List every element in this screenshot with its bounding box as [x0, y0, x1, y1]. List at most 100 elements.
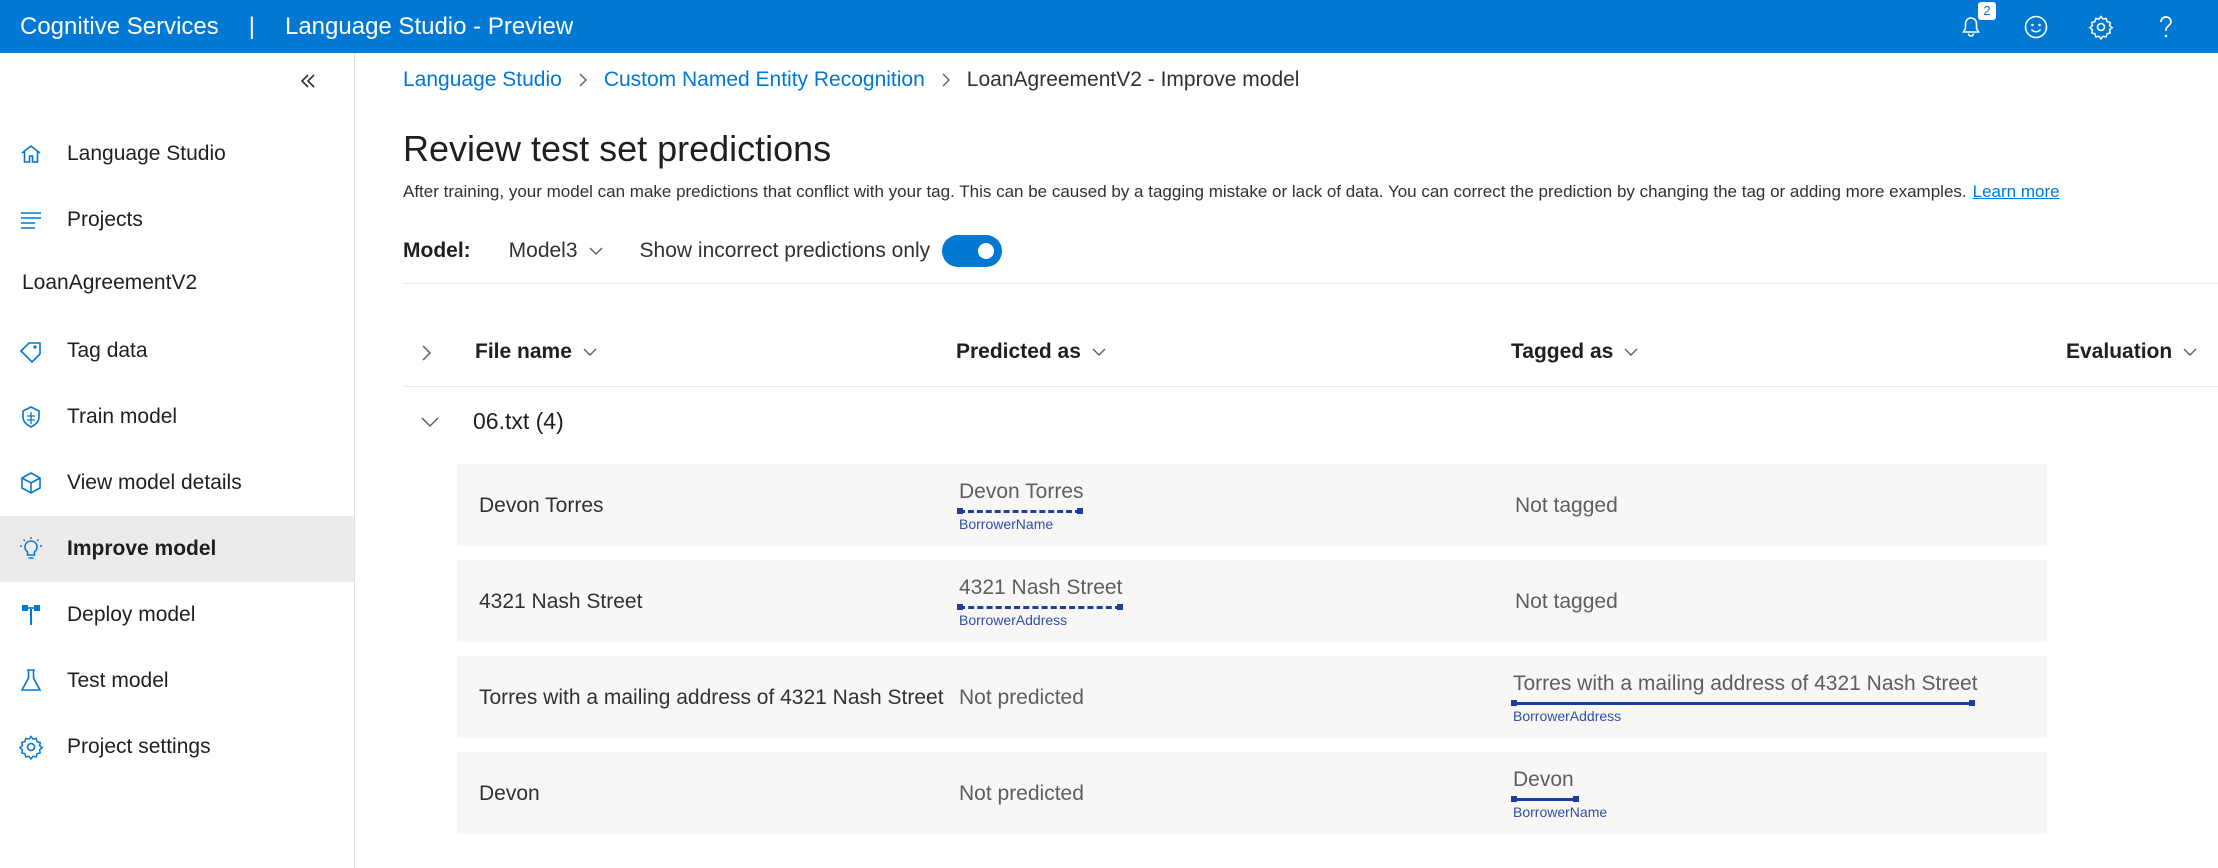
predicted-entity[interactable]: 4321 Nash Street BorrowerAddress — [957, 576, 1123, 628]
chevron-down-icon — [1624, 348, 1638, 356]
entity-tag: BorrowerName — [959, 516, 1054, 532]
sidebar-item-label: Train model — [67, 405, 178, 428]
learn-more-link[interactable]: Learn more — [1973, 182, 2060, 201]
table-header: File name Predicted as Tagged as Evaluat… — [403, 330, 2218, 387]
entity-tag: BorrowerName — [1513, 804, 1608, 820]
sidebar-item-tag-data[interactable]: Tag data — [0, 318, 354, 384]
entity-text: Devon Torres — [959, 480, 1084, 503]
product-title[interactable]: Language Studio - Preview — [285, 13, 573, 41]
gear-icon[interactable] — [2088, 14, 2114, 40]
lightbulb-icon — [17, 535, 45, 563]
column-tagged-as[interactable]: Tagged as — [1511, 340, 1639, 364]
sidebar-item-label: Projects — [67, 208, 143, 231]
sidebar-item-label: Improve model — [67, 537, 217, 560]
model-label: Model: — [403, 239, 471, 262]
table-row[interactable]: Devon Not predicted Devon BorrowerName — [457, 752, 2047, 834]
row-text: Torres with a mailing address of 4321 Na… — [479, 686, 944, 709]
topbar-actions: 2 — [1958, 0, 2218, 53]
table-row[interactable]: Devon Torres Devon Torres BorrowerName N… — [457, 464, 2047, 546]
divider — [403, 283, 2218, 284]
notification-badge: 2 — [1978, 1, 1996, 20]
tagged-value: Not tagged — [1515, 494, 1618, 517]
sidebar-item-improve-model[interactable]: Improve model — [0, 516, 354, 582]
model-dropdown[interactable]: Model3 — [509, 239, 604, 263]
column-predicted-as[interactable]: Predicted as — [956, 340, 1107, 364]
file-group[interactable]: 06.txt (4) — [403, 408, 564, 435]
toggle-label: Show incorrect predictions only — [639, 239, 931, 262]
column-evaluation[interactable]: Evaluation — [2066, 340, 2198, 364]
table-row[interactable]: Torres with a mailing address of 4321 Na… — [457, 656, 2047, 738]
sidebar-item-label: Project settings — [67, 735, 211, 758]
sidebar-item-test-model[interactable]: Test model — [0, 648, 354, 714]
incorrect-only-toggle[interactable] — [942, 235, 1003, 267]
home-icon — [17, 140, 45, 168]
breadcrumb: Language Studio Custom Named Entity Reco… — [403, 68, 1299, 92]
predicted-entity[interactable]: Devon Torres BorrowerName — [957, 480, 1084, 532]
flask-icon — [17, 667, 45, 695]
chevron-down-icon — [2183, 348, 2197, 356]
sidebar-item-train-model[interactable]: Train model — [0, 384, 354, 450]
sidebar-item-label: Deploy model — [67, 603, 196, 626]
page-description: After training, your model can make pred… — [403, 182, 2060, 202]
model-dropdown-value: Model3 — [508, 239, 578, 262]
toggle-knob — [978, 243, 995, 259]
expand-all-icon[interactable] — [417, 344, 435, 362]
brand-separator: | — [248, 12, 255, 40]
model-filter-row: Model: Model3 Show incorrect predictions… — [403, 234, 1003, 268]
sidebar-item-label: View model details — [67, 471, 242, 494]
predicted-value: Not predicted — [959, 686, 1084, 709]
entity-underline — [957, 604, 1123, 610]
entity-tag: BorrowerAddress — [1513, 708, 1622, 724]
description-text: After training, your model can make pred… — [403, 182, 1967, 201]
chevron-right-icon — [942, 73, 950, 87]
tagged-entity[interactable]: Devon BorrowerName — [1511, 768, 1608, 820]
row-text: Devon — [479, 782, 540, 805]
breadcrumb-language-studio[interactable]: Language Studio — [403, 68, 562, 92]
bell-icon[interactable]: 2 — [1958, 1, 1996, 40]
chevron-down-icon — [1092, 348, 1106, 356]
tag-icon — [17, 337, 45, 365]
tagged-value: Not tagged — [1515, 590, 1618, 613]
entity-text: Torres with a mailing address of 4321 Na… — [1513, 672, 1978, 695]
project-name: LoanAgreementV2 — [22, 271, 198, 294]
chevron-right-icon — [579, 73, 587, 87]
entity-text: 4321 Nash Street — [959, 576, 1123, 599]
entity-underline — [957, 508, 1083, 514]
row-text: 4321 Nash Street — [479, 590, 643, 613]
entity-tag: BorrowerAddress — [959, 612, 1068, 628]
entity-text: Devon — [1513, 768, 1574, 791]
list-icon — [17, 206, 45, 234]
sidebar-item-view-model-details[interactable]: View model details — [0, 450, 354, 516]
deploy-icon — [17, 601, 45, 629]
help-icon[interactable] — [2153, 14, 2179, 40]
sidebar: Language Studio Projects LoanAgreementV2… — [0, 53, 355, 868]
tagged-entity[interactable]: Torres with a mailing address of 4321 Na… — [1511, 672, 1978, 724]
column-label: File name — [475, 340, 572, 363]
breadcrumb-custom-ner[interactable]: Custom Named Entity Recognition — [604, 68, 925, 92]
column-label: Tagged as — [1511, 340, 1614, 363]
sidebar-item-project-settings[interactable]: Project settings — [0, 714, 354, 780]
entity-underline — [1511, 796, 1579, 802]
entity-underline — [1511, 700, 1975, 706]
sidebar-item-deploy-model[interactable]: Deploy model — [0, 582, 354, 648]
chevron-down-icon — [589, 247, 603, 255]
table-row[interactable]: 4321 Nash Street 4321 Nash Street Borrow… — [457, 560, 2047, 642]
collapse-sidebar-icon[interactable] — [296, 69, 320, 93]
gear-icon — [17, 733, 45, 761]
sidebar-item-language-studio[interactable]: Language Studio — [0, 121, 354, 187]
group-label: 06.txt (4) — [473, 408, 564, 434]
train-icon — [17, 403, 45, 431]
cube-icon — [17, 469, 45, 497]
chevron-down-icon[interactable] — [419, 411, 441, 433]
column-file-name[interactable]: File name — [475, 340, 598, 364]
brand-title[interactable]: Cognitive Services — [20, 13, 219, 41]
chevron-down-icon — [583, 348, 597, 356]
column-label: Evaluation — [2066, 340, 2173, 363]
sidebar-item-label: Test model — [67, 669, 169, 692]
top-bar: Cognitive Services | Language Studio - P… — [0, 0, 2218, 53]
feedback-smiley-icon[interactable] — [2023, 14, 2049, 40]
row-text: Devon Torres — [479, 494, 604, 517]
sidebar-item-label: Tag data — [67, 339, 148, 362]
sidebar-item-label: Language Studio — [67, 142, 226, 165]
sidebar-item-projects[interactable]: Projects — [0, 187, 354, 253]
